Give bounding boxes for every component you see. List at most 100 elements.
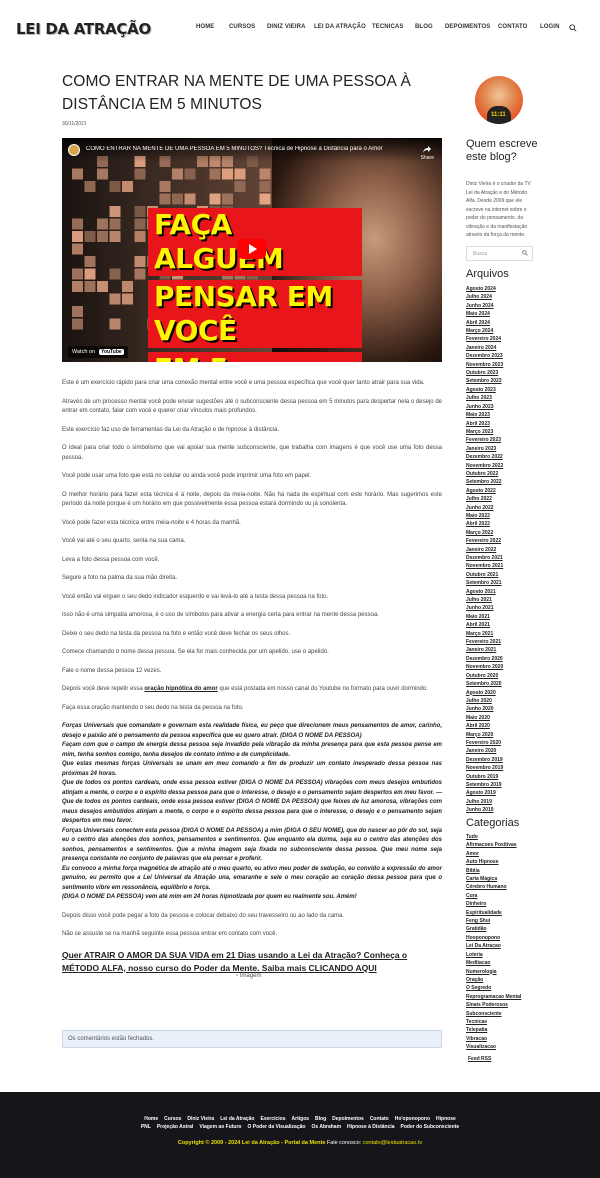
site-logo[interactable]: LEI DA ATRAÇÃO — [16, 20, 151, 38]
archive-link[interactable]: Fevereiro 2023 — [466, 436, 503, 444]
archive-link[interactable]: Outubro 2022 — [466, 470, 503, 478]
archive-link[interactable]: Setembro 2022 — [466, 478, 503, 486]
video-title[interactable]: COMO ENTRAR NA MENTE DE UMA PESSOA EM 5 … — [86, 146, 406, 152]
footer-link[interactable]: Contato — [370, 1116, 389, 1122]
category-link[interactable]: Espiritualidade — [466, 909, 521, 917]
archive-link[interactable]: Agosto 2023 — [466, 386, 503, 394]
archive-link[interactable]: Maio 2022 — [466, 512, 503, 520]
archive-link[interactable]: Junho 2023 — [466, 403, 503, 411]
archive-link[interactable]: Julho 2022 — [466, 495, 503, 503]
footer-link[interactable]: O Poder da Visualização — [247, 1124, 305, 1130]
archive-link[interactable]: Junho 2022 — [466, 504, 503, 512]
archive-link[interactable]: Janeiro 2022 — [466, 546, 503, 554]
archive-link[interactable]: Novembro 2020 — [466, 663, 503, 671]
archive-link[interactable]: Setembro 2019 — [466, 781, 503, 789]
nav-item-depoimentos[interactable]: DEPOIMENTOS — [445, 24, 490, 30]
archive-link[interactable]: Agosto 2020 — [466, 689, 503, 697]
footer-link[interactable]: PNL — [141, 1124, 151, 1130]
share-button[interactable]: Share — [421, 146, 434, 161]
footer-link[interactable]: Lei da Atração — [220, 1116, 254, 1122]
category-link[interactable]: Vibracao — [466, 1035, 521, 1043]
category-link[interactable]: Feng Shui — [466, 917, 521, 925]
category-link[interactable]: Carta Mágica — [466, 875, 521, 883]
archive-link[interactable]: Julho 2023 — [466, 394, 503, 402]
nav-item-tecnicas[interactable]: TECNICAS — [372, 24, 403, 30]
category-link[interactable]: Telepatia — [466, 1026, 521, 1034]
sidebar-search-input[interactable]: Busca — [466, 246, 533, 261]
footer-link[interactable]: Artigos — [292, 1116, 310, 1122]
category-link[interactable]: Subconsciente — [466, 1010, 521, 1018]
archive-link[interactable]: Dezembro 2021 — [466, 554, 503, 562]
archive-link[interactable]: Abril 2023 — [466, 420, 503, 428]
archive-link[interactable]: Dezembro 2020 — [466, 655, 503, 663]
archive-link[interactable]: Maio 2021 — [466, 613, 503, 621]
archive-link[interactable]: Maio 2024 — [466, 310, 503, 318]
video-embed[interactable]: COMO ENTRAR NA MENTE DE UMA PESSOA EM 5 … — [62, 138, 442, 362]
archive-link[interactable]: Fevereiro 2022 — [466, 537, 503, 545]
archive-link[interactable]: Setembro 2020 — [466, 680, 503, 688]
category-link[interactable]: Loteria — [466, 951, 521, 959]
archive-link[interactable]: Abril 2020 — [466, 722, 503, 730]
nav-item-login[interactable]: LOGIN — [540, 24, 560, 30]
archive-link[interactable]: Novembro 2021 — [466, 562, 503, 570]
archive-link[interactable]: Março 2021 — [466, 630, 503, 638]
footer-link[interactable]: Ho'oponopono — [395, 1116, 430, 1122]
footer-link[interactable]: Home — [144, 1116, 158, 1122]
archive-link[interactable]: Agosto 2021 — [466, 588, 503, 596]
archive-link[interactable]: Junho 2021 — [466, 604, 503, 612]
category-link[interactable]: Dinheiro — [466, 900, 521, 908]
footer-link[interactable]: Blog — [315, 1116, 326, 1122]
category-link[interactable]: Lei Da Atracao — [466, 942, 521, 950]
category-link[interactable]: Gratidão — [466, 925, 521, 933]
prayer-link[interactable]: oração hipnótica do amor — [144, 686, 217, 692]
footer-link[interactable]: Os Abraham — [311, 1124, 341, 1130]
category-link[interactable]: Sinais Poderosos — [466, 1001, 521, 1009]
archive-link[interactable]: Outubro 2021 — [466, 571, 503, 579]
archive-link[interactable]: Janeiro 2023 — [466, 445, 503, 453]
category-link[interactable]: Auto Hipnose — [466, 858, 521, 866]
category-link[interactable]: Amor — [466, 850, 521, 858]
category-link[interactable]: Cérebro Humano — [466, 883, 521, 891]
watch-on-youtube[interactable]: Watch on YouTube — [68, 346, 128, 358]
archive-link[interactable]: Outubro 2020 — [466, 672, 503, 680]
archive-link[interactable]: Março 2020 — [466, 731, 503, 739]
archive-link[interactable]: Julho 2019 — [466, 798, 503, 806]
archive-link[interactable]: Agosto 2022 — [466, 487, 503, 495]
nav-item-lei-da-atra-o[interactable]: LEI DA ATRAÇÃO — [314, 24, 366, 30]
footer-link[interactable]: Hipnose à Distância — [347, 1124, 395, 1130]
archive-link[interactable]: Abril 2024 — [466, 319, 503, 327]
category-link[interactable]: Afirmacoes Positivas — [466, 841, 521, 849]
category-link[interactable]: Reprogramacao Mental — [466, 993, 521, 1001]
category-link[interactable]: Bíblia — [466, 867, 521, 875]
archive-link[interactable]: Agosto 2019 — [466, 789, 503, 797]
footer-link[interactable]: Cursos — [164, 1116, 181, 1122]
category-link[interactable]: Tecnicas — [466, 1018, 521, 1026]
archive-link[interactable]: Outubro 2019 — [466, 773, 503, 781]
archive-link[interactable]: Maio 2020 — [466, 714, 503, 722]
archive-link[interactable]: Julho 2021 — [466, 596, 503, 604]
footer-link[interactable]: Projeção Astral — [157, 1124, 194, 1130]
search-icon[interactable] — [522, 250, 528, 256]
archive-link[interactable]: Setembro 2023 — [466, 377, 503, 385]
archive-link[interactable]: Fevereiro 2024 — [466, 335, 503, 343]
footer-link[interactable]: Depoimentos — [332, 1116, 364, 1122]
footer-link[interactable]: Poder do Subconsciente — [401, 1124, 460, 1130]
archive-link[interactable]: Junho 2019 — [466, 806, 503, 814]
archive-link[interactable]: Maio 2023 — [466, 411, 503, 419]
archive-link[interactable]: Dezembro 2019 — [466, 756, 503, 764]
nav-item-cursos[interactable]: CURSOS — [229, 24, 255, 30]
archive-link[interactable]: Janeiro 2021 — [466, 646, 503, 654]
nav-item-contato[interactable]: CONTATO — [498, 24, 527, 30]
category-link[interactable]: Visualizacao — [466, 1043, 521, 1051]
rss-feed-link[interactable]: Feed RSS — [468, 1056, 491, 1062]
archive-link[interactable]: Janeiro 2024 — [466, 344, 503, 352]
archive-link[interactable]: Novembro 2022 — [466, 462, 503, 470]
category-link[interactable]: Hooponopono — [466, 934, 521, 942]
archive-link[interactable]: Novembro 2019 — [466, 764, 503, 772]
category-link[interactable]: Tudo — [466, 833, 521, 841]
play-button[interactable] — [238, 239, 266, 259]
archive-link[interactable]: Janeiro 2020 — [466, 747, 503, 755]
footer-link[interactable]: Diniz Vieira — [187, 1116, 214, 1122]
contact-email-link[interactable]: contato@leidaatracao.tv — [363, 1140, 422, 1146]
archive-link[interactable]: Abril 2022 — [466, 520, 503, 528]
